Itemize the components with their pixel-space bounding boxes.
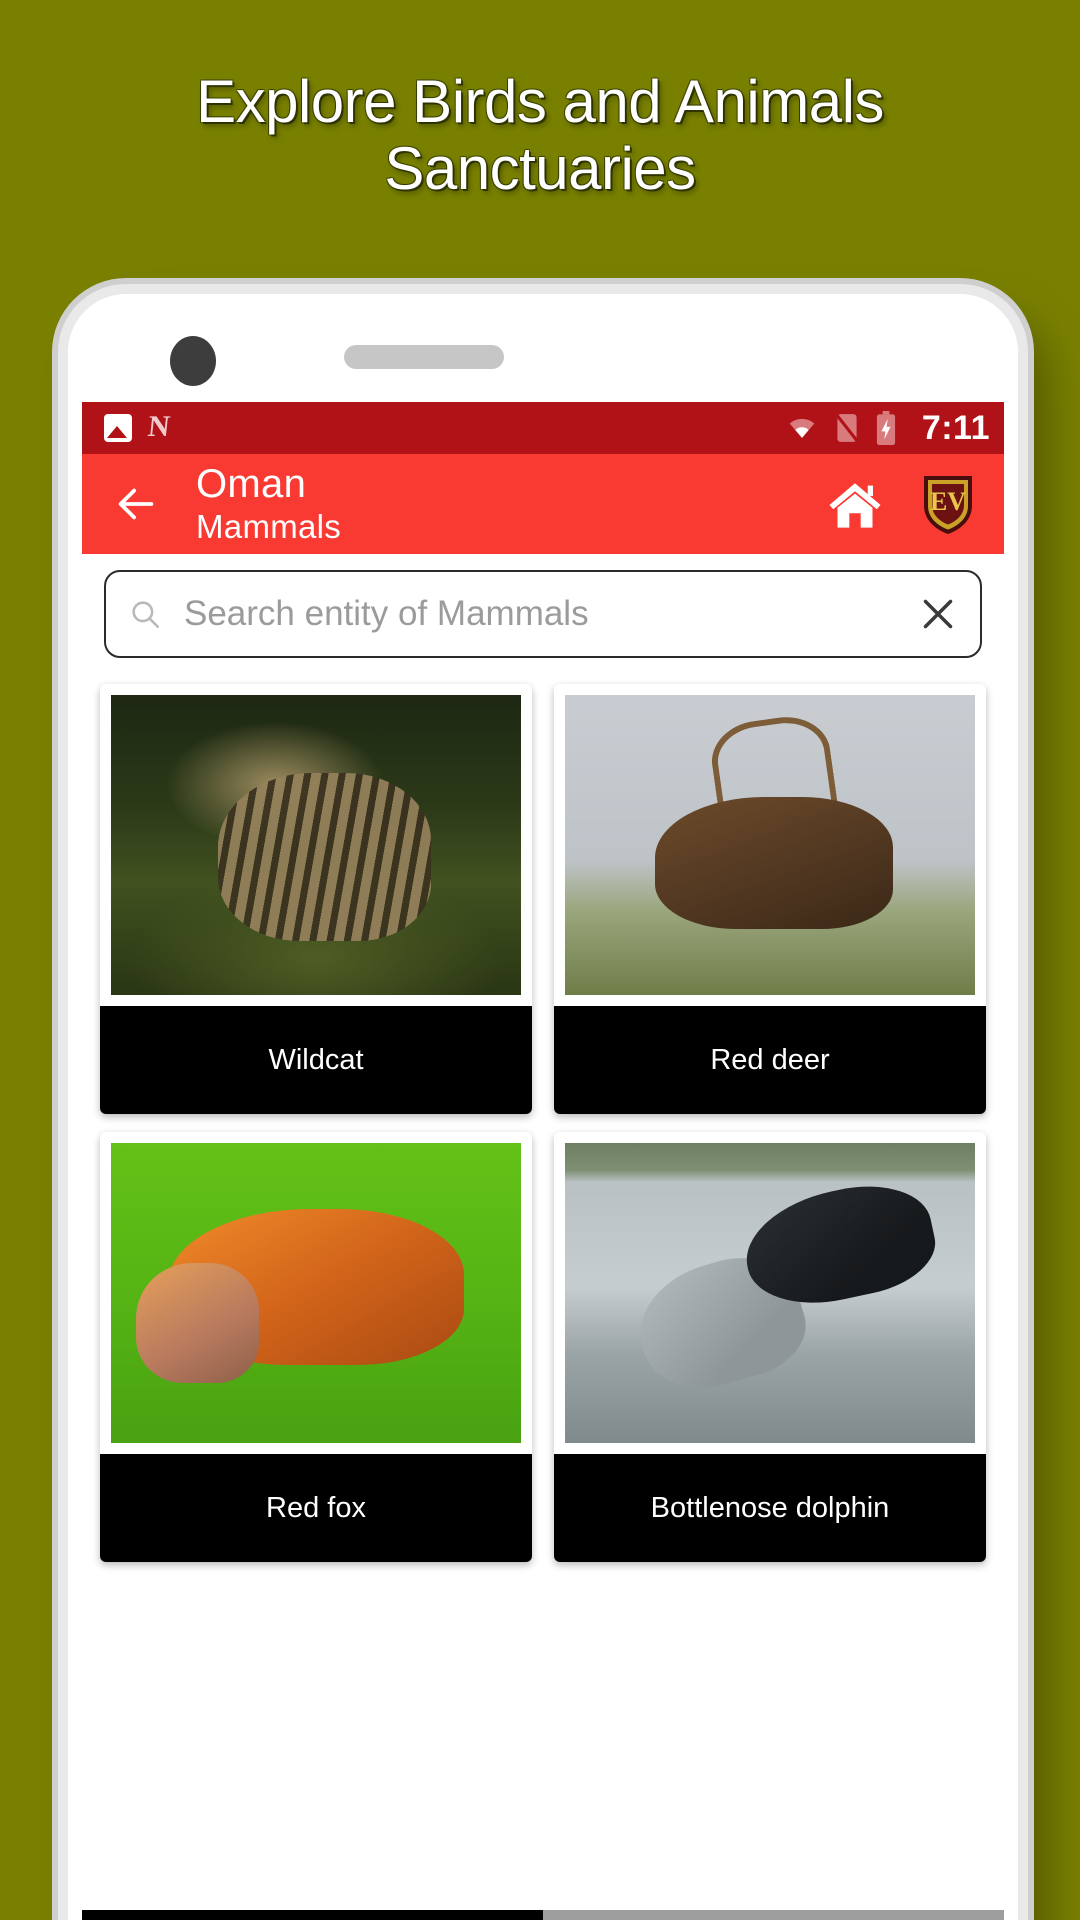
status-bar-right-icons: 7:11 [784, 409, 990, 448]
page-subtitle: Mammals [196, 507, 342, 545]
wifi-icon [789, 418, 815, 438]
close-icon[interactable] [918, 594, 958, 634]
wildcat-photo [111, 695, 521, 995]
app-bar-actions: EV [826, 472, 984, 536]
entity-card-label: Red fox [100, 1454, 532, 1562]
search-placeholder: Search entity of Mammals [184, 594, 589, 633]
entity-card[interactable]: Bottlenose dolphin [554, 1132, 986, 1562]
earpiece-speaker [344, 345, 504, 369]
promo-headline-line-1: Explore Birds and Animals [196, 68, 884, 135]
phone-notch-area [82, 308, 1004, 402]
sort-tab-by-alphabets[interactable]: BY ALPHABETS [543, 1910, 1004, 1920]
promo-headline-line-2: Sanctuaries [384, 135, 696, 203]
home-button[interactable] [826, 478, 884, 530]
no-sim-icon [833, 412, 860, 444]
search-section: Search entity of Mammals [82, 554, 1004, 670]
entity-card-label: Wildcat [100, 1006, 532, 1114]
sort-bar: BY POPULARITY BY ALPHABETS [82, 1910, 1004, 1920]
photo-icon [104, 414, 132, 442]
status-bar-left-icons: N [104, 410, 178, 443]
entity-card[interactable]: Red fox [100, 1132, 532, 1562]
app-bar: Oman Mammals EV [82, 454, 1004, 554]
search-icon [132, 601, 160, 629]
front-camera-icon [170, 336, 216, 386]
entity-card[interactable]: Red deer [554, 684, 986, 1114]
red-deer-photo [565, 695, 975, 995]
entity-card[interactable]: Wildcat [100, 684, 532, 1114]
status-bar: N 7:11 [82, 402, 1004, 454]
ev-shield-icon: EV [924, 476, 972, 534]
status-bar-clock: 7:11 [921, 408, 990, 447]
app-bar-titles: Oman Mammals [196, 463, 341, 544]
search-input[interactable]: Search entity of Mammals [104, 570, 982, 658]
phone-screen: N 7:11 Oman Mammals EV Search entity of … [82, 308, 1004, 1920]
battery-charging-icon [876, 411, 895, 445]
bottlenose-dolphin-photo [565, 1143, 975, 1443]
svg-text:EV: EV [930, 487, 966, 516]
netflix-n-icon: N [146, 410, 172, 443]
phone-mockup: N 7:11 Oman Mammals EV Search entity of … [68, 294, 1018, 1920]
entity-card-label: Red deer [554, 1006, 986, 1114]
entity-card-label: Bottlenose dolphin [554, 1454, 986, 1562]
home-icon [829, 483, 881, 528]
page-title: Oman [196, 462, 307, 507]
sort-tab-by-popularity[interactable]: BY POPULARITY [82, 1910, 543, 1920]
back-arrow-icon [118, 488, 154, 520]
back-button[interactable] [108, 476, 164, 532]
promo-headline: Explore Birds and Animals Sanctuaries [0, 68, 1080, 202]
ev-shield-logo[interactable]: EV [920, 472, 976, 536]
red-fox-photo [111, 1143, 521, 1443]
entity-grid: Wildcat Red deer Red fox Bottlenose dolp… [82, 670, 1004, 1562]
